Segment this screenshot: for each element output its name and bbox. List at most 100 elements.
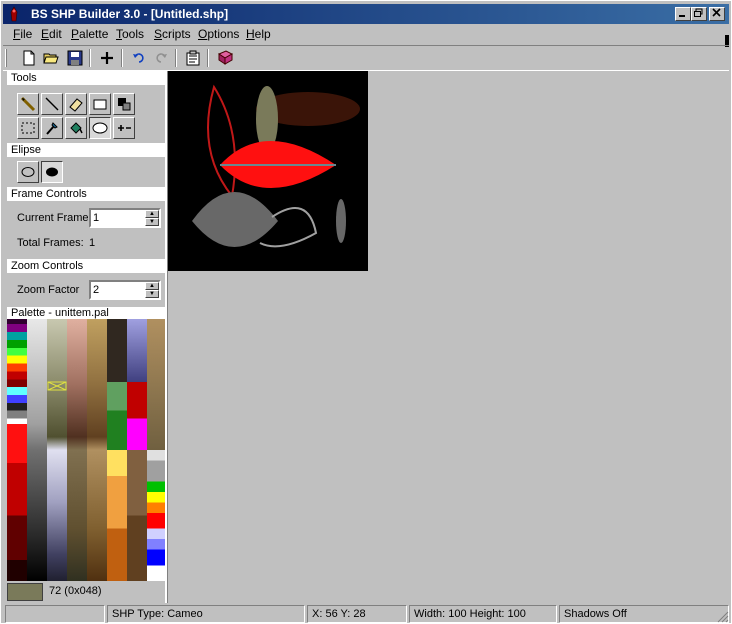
menu-edit[interactable]: Edit xyxy=(41,27,62,41)
window-title: BS SHP Builder 3.0 - [Untitled.shp] xyxy=(31,7,229,21)
shp-canvas[interactable] xyxy=(168,71,368,271)
menu-palette[interactable]: Palette xyxy=(71,27,108,41)
eraser-icon xyxy=(69,98,83,112)
close-button[interactable] xyxy=(709,7,725,21)
color-swap-icon xyxy=(118,98,131,111)
status-bar: SHP Type: Cameo X: 56 Y: 28 Width: 100 H… xyxy=(3,605,729,623)
selected-swatch-marker-icon xyxy=(47,381,67,391)
title-bar[interactable]: BS SHP Builder 3.0 - [Untitled.shp] xyxy=(3,4,729,24)
open-folder-icon xyxy=(43,53,59,64)
open-button[interactable] xyxy=(41,49,61,67)
status-coordinates: X: 56 Y: 28 xyxy=(307,605,407,623)
canvas-viewport[interactable] xyxy=(167,71,730,603)
paint-bucket-icon xyxy=(70,122,83,134)
palette-column[interactable] xyxy=(147,319,167,581)
select-tool[interactable] xyxy=(17,117,39,139)
palette-column[interactable] xyxy=(7,319,27,581)
selected-color-label: 72 (0x048) xyxy=(49,585,102,597)
eyedropper-icon xyxy=(46,122,58,135)
pencil-tool[interactable] xyxy=(17,93,39,115)
close-icon xyxy=(712,8,721,17)
ellipse-filled-option[interactable] xyxy=(41,161,63,183)
toolbar-separator xyxy=(121,49,123,67)
eraser-tool[interactable] xyxy=(65,93,87,115)
rectangle-tool[interactable] xyxy=(89,93,111,115)
menu-options[interactable]: Options xyxy=(198,27,239,41)
current-frame-value: 1 xyxy=(93,212,100,224)
current-frame-spinner[interactable]: 1 ▲ ▼ xyxy=(89,208,161,228)
palette-grid[interactable] xyxy=(7,319,167,581)
fill-tool[interactable] xyxy=(65,117,87,139)
line-tool[interactable] xyxy=(41,93,63,115)
toolbar xyxy=(3,45,729,71)
redo-button[interactable] xyxy=(151,49,171,67)
undo-button[interactable] xyxy=(129,49,149,67)
status-shp-type: SHP Type: Cameo xyxy=(107,605,305,623)
toolbar-separator xyxy=(207,49,209,67)
ellipse-outline-icon xyxy=(21,167,35,177)
status-panel-empty xyxy=(5,605,105,623)
menu-file[interactable]: File xyxy=(13,27,32,41)
help-book-button[interactable] xyxy=(215,49,235,67)
current-frame-label: Current Frame xyxy=(17,212,89,224)
ellipse-filled-icon xyxy=(46,167,58,177)
plus-minus-icon xyxy=(118,125,131,131)
menu-tools[interactable]: Tools xyxy=(116,27,144,41)
selected-color-swatch xyxy=(7,583,43,601)
resize-grip-icon[interactable] xyxy=(715,609,729,623)
ellipse-outline-option[interactable] xyxy=(17,161,39,183)
new-file-icon xyxy=(23,50,35,66)
menu-scripts[interactable]: Scripts xyxy=(154,27,191,41)
palette-column[interactable] xyxy=(27,319,47,581)
total-frames-label: Total Frames: xyxy=(17,237,84,249)
palette-column[interactable] xyxy=(87,319,107,581)
status-dimensions: Width: 100 Height: 100 xyxy=(409,605,557,623)
new-file-button[interactable] xyxy=(19,49,39,67)
spin-up-icon[interactable]: ▲ xyxy=(145,210,159,218)
properties-button[interactable] xyxy=(183,49,203,67)
status-shadows: Shadows Off xyxy=(559,605,729,623)
save-disk-icon xyxy=(67,50,83,66)
tools-header: Tools xyxy=(7,71,167,85)
palette-header: Palette - unittem.pal xyxy=(7,307,167,319)
palette-column[interactable] xyxy=(127,319,147,581)
spin-down-icon[interactable]: ▼ xyxy=(145,290,159,298)
redo-icon xyxy=(156,53,167,63)
spin-down-icon[interactable]: ▼ xyxy=(145,218,159,226)
add-frame-icon xyxy=(101,52,113,64)
undo-icon xyxy=(133,53,144,63)
properties-icon xyxy=(186,50,200,66)
color-swap-tool[interactable] xyxy=(113,93,135,115)
palette-column[interactable] xyxy=(107,319,127,581)
frame-controls-header: Frame Controls xyxy=(7,187,167,201)
book-icon xyxy=(217,50,233,65)
app-window: BS SHP Builder 3.0 - [Untitled.shp] File… xyxy=(0,0,732,624)
toolbar-separator xyxy=(89,49,91,67)
restore-button[interactable] xyxy=(691,7,707,21)
dropper-tool[interactable] xyxy=(41,117,63,139)
ellipse-tool[interactable] xyxy=(89,117,111,139)
ellipse-header: Elipse xyxy=(7,143,167,157)
save-button[interactable] xyxy=(65,49,85,67)
menu-help[interactable]: Help xyxy=(246,27,271,41)
toolbar-grip xyxy=(5,49,7,67)
gray-small-ellipse xyxy=(336,199,346,243)
rectangle-icon xyxy=(93,99,107,110)
restore-icon xyxy=(694,8,703,17)
marquee-select-icon xyxy=(21,122,35,134)
app-icon xyxy=(10,6,18,22)
menu-bar: File Edit Palette Tools Scripts Options … xyxy=(3,25,729,47)
left-panel: Tools Elipse Frame Controls Current Fram… xyxy=(7,71,167,603)
zoom-factor-label: Zoom Factor xyxy=(17,284,80,296)
palette-column[interactable] xyxy=(67,319,87,581)
minimize-icon xyxy=(679,15,685,17)
spin-up-icon[interactable]: ▲ xyxy=(145,282,159,290)
zoom-factor-spinner[interactable]: 2 ▲ ▼ xyxy=(89,280,161,300)
brush-size-tool[interactable] xyxy=(113,117,135,139)
palette-column[interactable] xyxy=(47,319,67,581)
minimize-button[interactable] xyxy=(675,7,691,21)
add-frame-button[interactable] xyxy=(97,49,117,67)
line-icon xyxy=(45,97,59,111)
pencil-icon xyxy=(20,96,36,112)
toolbar-separator xyxy=(175,49,177,67)
